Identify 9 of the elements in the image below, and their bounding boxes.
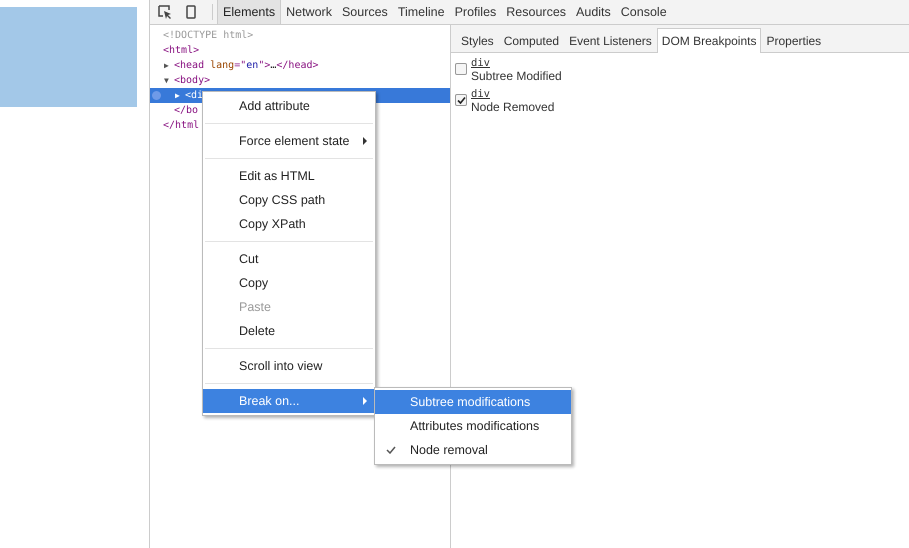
breakpoint-label: Subtree Modified (471, 69, 562, 84)
dom-node-text: </html (163, 119, 200, 133)
dom-node-text: <head lang="en">…</head> (174, 59, 319, 73)
breakpoint-label: Node Removed (471, 100, 554, 115)
dom-node-text: </bo (174, 104, 198, 118)
dom-node-text: <body> (174, 74, 210, 88)
dom-node-text: <html> (163, 44, 200, 58)
dom-node-text: <!DOCTYPE html> (163, 29, 254, 43)
node-tag: <di (185, 88, 204, 103)
